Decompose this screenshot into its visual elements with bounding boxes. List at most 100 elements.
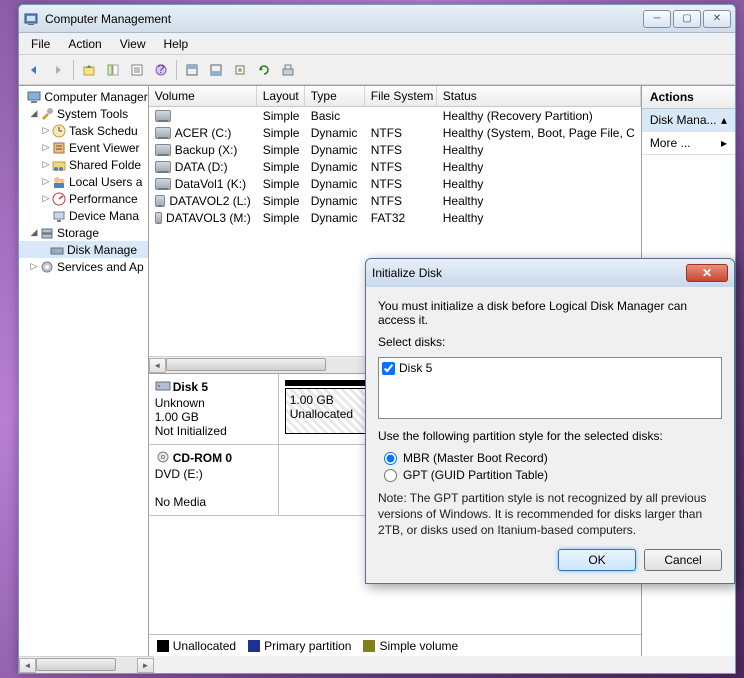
menu-view[interactable]: View xyxy=(112,35,154,53)
legend-simple: Simple volume xyxy=(379,639,458,653)
disk-5-size: 1.00 GB xyxy=(155,410,199,424)
disk-mgmt-icon xyxy=(49,242,65,258)
back-button[interactable] xyxy=(23,59,45,81)
tree-storage[interactable]: ◢Storage xyxy=(19,224,148,241)
partition-size: 1.00 GB xyxy=(290,393,334,407)
volume-icon xyxy=(155,144,171,156)
help-button[interactable]: ? xyxy=(150,59,172,81)
disk-5-init: Not Initialized xyxy=(155,424,227,438)
tree-shared-folders[interactable]: ▷Shared Folde xyxy=(19,156,148,173)
dialog-title: Initialize Disk xyxy=(372,266,686,280)
col-status[interactable]: Status xyxy=(437,86,641,106)
dialog-titlebar[interactable]: Initialize Disk ✕ xyxy=(366,259,734,287)
legend-unallocated: Unallocated xyxy=(173,639,236,653)
volume-icon xyxy=(155,195,166,207)
disk-5-checkbox[interactable] xyxy=(382,362,395,375)
volume-row[interactable]: ACER (C:)SimpleDynamicNTFSHealthy (Syste… xyxy=(149,124,641,141)
menubar: File Action View Help xyxy=(19,33,735,55)
collapse-icon: ▴ xyxy=(721,113,727,127)
performance-icon xyxy=(51,191,67,207)
shared-folder-icon xyxy=(51,157,67,173)
up-button[interactable] xyxy=(78,59,100,81)
grid-header: Volume Layout Type File System Status xyxy=(149,86,641,107)
volume-row[interactable]: DATA (D:)SimpleDynamicNTFSHealthy xyxy=(149,158,641,175)
show-hide-tree-button[interactable] xyxy=(102,59,124,81)
maximize-button[interactable]: ▢ xyxy=(673,10,701,28)
dialog-close-button[interactable]: ✕ xyxy=(686,264,728,282)
storage-icon xyxy=(39,225,55,241)
svg-text:?: ? xyxy=(158,63,165,76)
event-icon xyxy=(51,140,67,156)
action-disk-management[interactable]: Disk Mana...▴ xyxy=(642,109,735,132)
col-filesystem[interactable]: File System xyxy=(365,86,437,106)
volume-icon xyxy=(155,178,171,190)
minimize-button[interactable]: ─ xyxy=(643,10,671,28)
col-layout[interactable]: Layout xyxy=(257,86,305,106)
dialog-message: You must initialize a disk before Logica… xyxy=(378,299,722,327)
tree-services[interactable]: ▷Services and Ap xyxy=(19,258,148,275)
tree-device-manager[interactable]: Device Mana xyxy=(19,207,148,224)
volume-row[interactable]: DATAVOL3 (M:)SimpleDynamicFAT32Healthy xyxy=(149,209,641,226)
services-icon xyxy=(39,259,55,275)
gpt-radio[interactable] xyxy=(384,469,397,482)
manage-button[interactable] xyxy=(277,59,299,81)
view-top-button[interactable] xyxy=(181,59,203,81)
disk-5-label: Disk 5 xyxy=(399,361,432,375)
forward-button[interactable] xyxy=(47,59,69,81)
users-icon xyxy=(51,174,67,190)
col-type[interactable]: Type xyxy=(305,86,365,106)
scroll-thumb[interactable] xyxy=(166,358,326,371)
gpt-label: GPT (GUID Partition Table) xyxy=(403,468,548,482)
scroll-left-button[interactable]: ◄ xyxy=(149,358,166,373)
actions-header: Actions xyxy=(642,86,735,109)
volume-icon xyxy=(155,127,171,139)
cdrom-title: CD-ROM 0 xyxy=(173,451,232,465)
menu-action[interactable]: Action xyxy=(60,35,109,53)
gpt-note: Note: The GPT partition style is not rec… xyxy=(378,490,722,539)
tree-disk-management[interactable]: Disk Manage xyxy=(19,241,148,258)
tools-icon xyxy=(39,106,55,122)
volume-row[interactable]: DataVol1 (K:)SimpleDynamicNTFSHealthy xyxy=(149,175,641,192)
tree-system-tools[interactable]: ◢System Tools xyxy=(19,105,148,122)
view-bottom-button[interactable] xyxy=(205,59,227,81)
volume-row[interactable]: DATAVOL2 (L:)SimpleDynamicNTFSHealthy xyxy=(149,192,641,209)
settings-button[interactable] xyxy=(229,59,251,81)
volume-row[interactable]: SimpleBasicHealthy (Recovery Partition) xyxy=(149,107,641,124)
select-disks-label: Select disks: xyxy=(378,335,722,349)
close-button[interactable]: ✕ xyxy=(703,10,731,28)
disk-icon xyxy=(155,380,171,396)
volume-icon xyxy=(155,161,171,173)
app-icon xyxy=(23,11,39,27)
col-volume[interactable]: Volume xyxy=(149,86,257,106)
clock-icon xyxy=(51,123,67,139)
expand-icon: ▸ xyxy=(721,136,727,150)
ok-button[interactable]: OK xyxy=(558,549,636,571)
toolbar: ? xyxy=(19,55,735,85)
volume-icon xyxy=(155,110,171,122)
disk-list[interactable]: Disk 5 xyxy=(378,357,722,419)
legend-primary: Primary partition xyxy=(264,639,351,653)
disk-5-title: Disk 5 xyxy=(173,380,208,394)
cdrom-drive: DVD (E:) xyxy=(155,467,203,481)
cancel-button[interactable]: Cancel xyxy=(644,549,722,571)
tree-root[interactable]: Computer Manager xyxy=(19,88,148,105)
navigation-tree[interactable]: Computer Manager ◢System Tools ▷Task Sch… xyxy=(19,86,149,656)
mbr-label: MBR (Master Boot Record) xyxy=(403,451,548,465)
tree-performance[interactable]: ▷Performance xyxy=(19,190,148,207)
cdrom-icon xyxy=(155,451,171,467)
volume-row[interactable]: Backup (X:)SimpleDynamicNTFSHealthy xyxy=(149,141,641,158)
menu-file[interactable]: File xyxy=(23,35,58,53)
disk-list-item[interactable]: Disk 5 xyxy=(381,360,719,376)
titlebar[interactable]: Computer Management ─ ▢ ✕ xyxy=(19,5,735,33)
tree-local-users[interactable]: ▷Local Users a xyxy=(19,173,148,190)
volume-icon xyxy=(155,212,162,224)
partition-style-label: Use the following partition style for th… xyxy=(378,429,722,443)
action-more[interactable]: More ...▸ xyxy=(642,132,735,155)
tree-event-viewer[interactable]: ▷Event Viewer xyxy=(19,139,148,156)
tree-scrollbar[interactable]: ◄► xyxy=(19,656,154,673)
tree-task-scheduler[interactable]: ▷Task Schedu xyxy=(19,122,148,139)
menu-help[interactable]: Help xyxy=(156,35,197,53)
mbr-radio[interactable] xyxy=(384,452,397,465)
refresh-button[interactable] xyxy=(253,59,275,81)
properties-button[interactable] xyxy=(126,59,148,81)
